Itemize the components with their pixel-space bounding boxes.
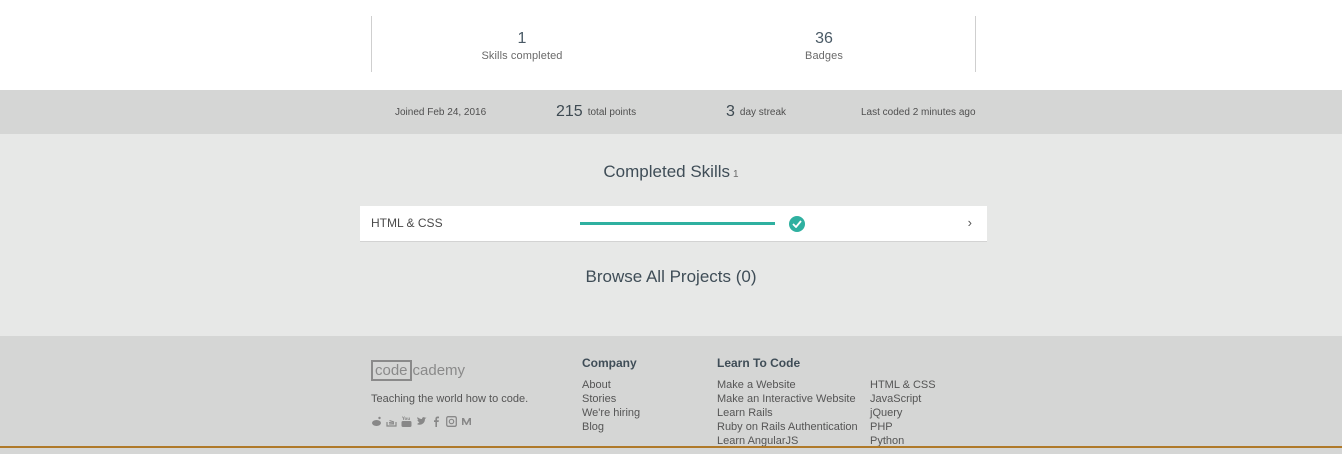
footer-link[interactable]: HTML & CSS bbox=[870, 378, 936, 392]
browse-projects-heading[interactable]: Browse All Projects (0) bbox=[0, 267, 1342, 287]
logo-code: code bbox=[371, 360, 412, 381]
footer-link[interactable]: Stories bbox=[582, 392, 640, 406]
facebook-icon[interactable] bbox=[431, 416, 442, 427]
skill-progress-bar bbox=[580, 222, 775, 225]
badges-stat[interactable]: 36 Badges bbox=[744, 30, 904, 62]
badges-count: 36 bbox=[815, 30, 833, 47]
skills-completed-label: Skills completed bbox=[481, 50, 563, 62]
profile-info-bar: Joined Feb 24, 2016 215 total points 3 d… bbox=[0, 90, 1342, 134]
footer-link[interactable]: JavaScript bbox=[870, 392, 936, 406]
completed-skills-section: Completed Skills 1 HTML & CSS › Browse Al… bbox=[0, 134, 1342, 336]
footer-learn-links-col1: Make a Website Make an Interactive Websi… bbox=[717, 378, 858, 448]
footer-link[interactable]: About bbox=[582, 378, 640, 392]
logo-cademy: cademy bbox=[412, 362, 466, 379]
day-streak-value: 3 bbox=[726, 103, 735, 120]
day-streak-label: day streak bbox=[739, 106, 787, 118]
footer-learn-heading: Learn To Code bbox=[717, 356, 801, 370]
completed-skills-count: 1 bbox=[733, 169, 739, 180]
day-streak: 3 day streak bbox=[726, 90, 786, 134]
footer-company-links: About Stories We're hiring Blog bbox=[582, 378, 640, 434]
footer-link[interactable]: Learn Rails bbox=[717, 406, 858, 420]
total-points-value: 215 bbox=[556, 103, 583, 120]
chevron-right-icon[interactable]: › bbox=[968, 215, 972, 230]
social-links: You bbox=[371, 416, 472, 427]
stats-box: 1 Skills completed 36 Badges bbox=[371, 16, 976, 72]
check-icon bbox=[789, 216, 805, 232]
footer-link[interactable]: We're hiring bbox=[582, 406, 640, 420]
footer-link[interactable]: jQuery bbox=[870, 406, 936, 420]
medium-icon[interactable] bbox=[461, 416, 472, 427]
footer-bottom-line bbox=[0, 446, 1342, 448]
footer-link[interactable]: Make a Website bbox=[717, 378, 858, 392]
twitter-icon[interactable] bbox=[416, 416, 427, 427]
youtube-icon[interactable]: You bbox=[401, 416, 412, 427]
stack-icon[interactable] bbox=[386, 416, 397, 427]
skill-row-html-css[interactable]: HTML & CSS › bbox=[360, 206, 987, 242]
profile-stats: 1 Skills completed 36 Badges bbox=[0, 0, 1342, 90]
footer-tagline: Teaching the world how to code. bbox=[371, 393, 529, 405]
joined-date: Joined Feb 24, 2016 bbox=[395, 106, 487, 118]
last-coded: Last coded 2 minutes ago bbox=[861, 106, 976, 118]
svg-text:You: You bbox=[401, 416, 410, 421]
footer-link[interactable]: PHP bbox=[870, 420, 936, 434]
footer-link[interactable]: Blog bbox=[582, 420, 640, 434]
codecademy-logo[interactable]: code cademy bbox=[371, 360, 465, 381]
completed-skills-title: Completed Skills bbox=[603, 162, 731, 181]
footer-company-heading: Company bbox=[582, 356, 637, 370]
instagram-icon[interactable] bbox=[446, 416, 457, 427]
footer-learn-links-col2: HTML & CSS JavaScript jQuery PHP Python bbox=[870, 378, 936, 448]
skills-completed-count: 1 bbox=[517, 30, 527, 47]
skill-name: HTML & CSS bbox=[371, 216, 443, 230]
site-footer: code cademy Teaching the world how to cod… bbox=[0, 336, 1342, 454]
reddit-icon[interactable] bbox=[371, 416, 382, 427]
skills-completed-stat: 1 Skills completed bbox=[442, 30, 602, 62]
badges-label: Badges bbox=[805, 50, 843, 62]
footer-link[interactable]: Ruby on Rails Authentication bbox=[717, 420, 858, 434]
footer-link[interactable]: Make an Interactive Website bbox=[717, 392, 858, 406]
total-points: 215 total points bbox=[556, 90, 636, 134]
total-points-label: total points bbox=[587, 106, 637, 118]
completed-skills-heading: Completed Skills 1 bbox=[0, 162, 1342, 182]
